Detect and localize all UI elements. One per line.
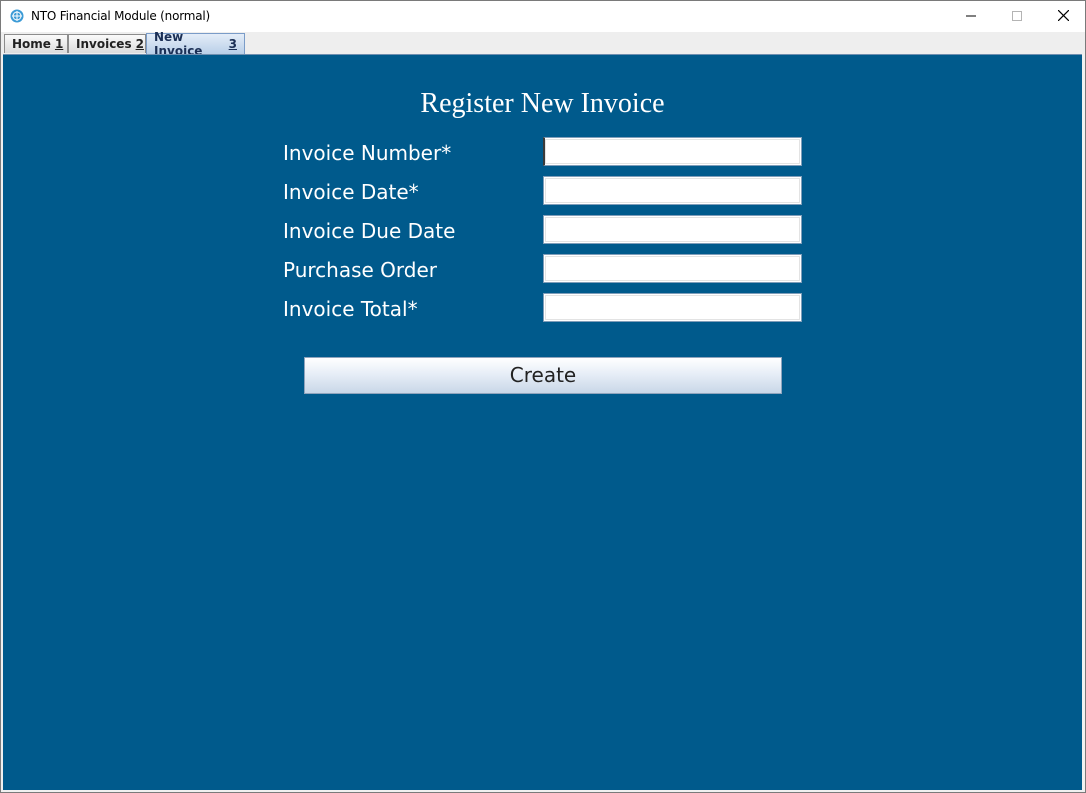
minimize-button[interactable]: [948, 1, 994, 32]
invoice-number-field[interactable]: [543, 137, 802, 166]
invoice-due-date-field[interactable]: [543, 215, 802, 244]
purchase-order-label: Purchase Order: [283, 258, 438, 282]
tab-new-invoice[interactable]: New Invoice 3: [146, 30, 245, 58]
tab-home-label: Home: [12, 37, 51, 51]
title-bar: NTO Financial Module (normal): [1, 1, 1085, 32]
app-window: NTO Financial Module (normal) Home 1 Invo…: [0, 0, 1086, 793]
tab-invoices-label: Invoices: [76, 37, 132, 51]
invoice-total-label: Invoice Total*: [283, 297, 418, 321]
close-button[interactable]: [1040, 1, 1086, 32]
page-title: Register New Invoice: [420, 88, 665, 119]
tab-new-invoice-mnemonic: 3: [228, 37, 237, 51]
purchase-order-field[interactable]: [543, 254, 802, 283]
invoice-number-label: Invoice Number*: [283, 141, 452, 165]
invoice-date-field[interactable]: [543, 176, 802, 205]
invoice-total-field[interactable]: [543, 293, 802, 322]
tab-invoices[interactable]: Invoices 2: [68, 34, 146, 53]
invoice-due-date-label: Invoice Due Date: [283, 219, 456, 243]
invoice-date-label: Invoice Date*: [283, 180, 419, 204]
tab-home[interactable]: Home 1: [4, 34, 68, 53]
close-icon: [1057, 8, 1069, 26]
window-title: NTO Financial Module (normal): [31, 9, 210, 23]
maximize-button[interactable]: [994, 1, 1040, 32]
globe-icon: [10, 9, 24, 23]
minimize-icon: [966, 8, 976, 26]
new-invoice-panel: Register New Invoice Invoice Number* Inv…: [3, 54, 1082, 790]
tab-invoices-mnemonic: 2: [135, 37, 144, 51]
tab-home-mnemonic: 1: [54, 37, 64, 51]
create-button[interactable]: Create: [304, 357, 782, 394]
maximize-icon: [1012, 8, 1022, 26]
tab-strip: Home 1 Invoices 2 New Invoice 3: [1, 30, 1085, 58]
